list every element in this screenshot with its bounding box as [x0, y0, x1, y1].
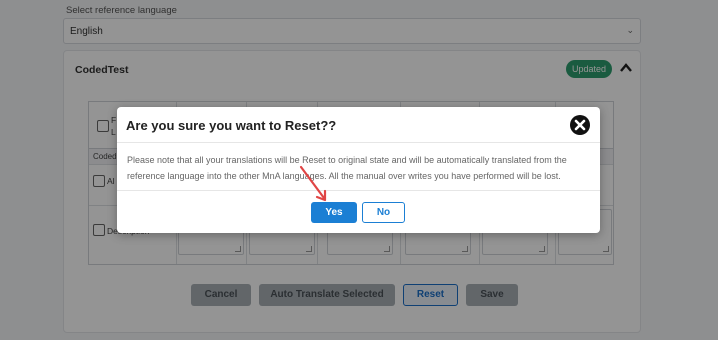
dialog-divider: [117, 142, 600, 143]
reset-confirm-dialog: Are you sure you want to Reset?? Please …: [117, 107, 600, 233]
dialog-divider: [117, 190, 600, 191]
pointer-arrow-icon: [299, 165, 327, 202]
dialog-title: Are you sure you want to Reset??: [126, 118, 337, 133]
no-button[interactable]: No: [362, 202, 405, 223]
dialog-message: Please note that all your translations w…: [127, 155, 567, 181]
close-icon[interactable]: [570, 115, 590, 135]
